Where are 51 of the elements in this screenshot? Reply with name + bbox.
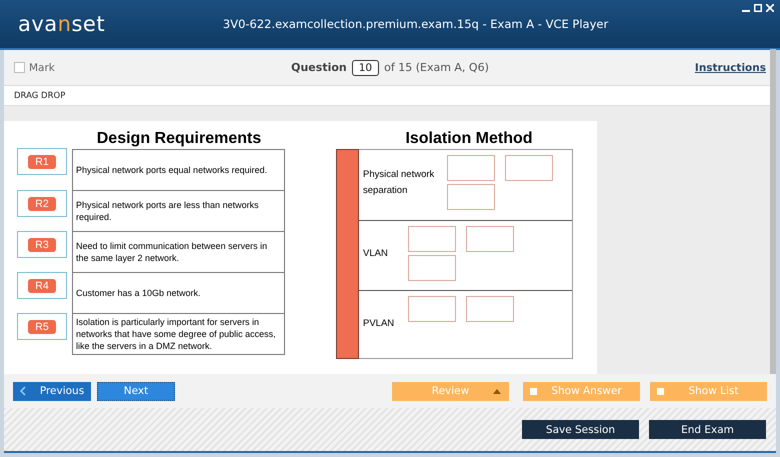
drop-target[interactable] <box>447 155 495 181</box>
mark-checkbox[interactable] <box>14 62 25 73</box>
drag-source[interactable]: R4 <box>17 272 67 299</box>
question-label: Question <box>291 61 347 74</box>
method-label: PVLAN <box>363 316 396 330</box>
exhibit-title: Design Requirements <box>96 130 262 149</box>
drop-target[interactable] <box>408 226 456 252</box>
action-button[interactable]: Save Session <box>522 420 639 439</box>
requirement-tag[interactable]: R1 <box>28 154 56 168</box>
review-button[interactable]: Review <box>392 382 509 400</box>
drop-target[interactable] <box>466 226 514 252</box>
requirement-cell: Customer has a 10Gb network. <box>72 273 285 314</box>
toggle-button[interactable]: Show List <box>650 382 767 400</box>
drop-target[interactable] <box>466 296 514 322</box>
drop-target[interactable] <box>408 255 456 281</box>
checkbox[interactable] <box>530 388 537 394</box>
drop-target[interactable] <box>408 296 456 322</box>
drop-target[interactable] <box>505 155 553 181</box>
drop-target[interactable] <box>447 184 495 210</box>
question-count: of 15 (Exam A, Q6) <box>384 61 489 74</box>
scrollbar[interactable] <box>770 49 776 374</box>
question-type: DRAG DROP <box>14 90 66 100</box>
question-number-field[interactable]: 10 <box>352 60 380 76</box>
window-title: 3V0-622.examcollection.premium.exam.15q - Exam A - VCE Player <box>222 17 610 31</box>
method-label: VLAN <box>363 246 389 260</box>
method-label: Physical network separation <box>363 168 436 198</box>
toggle-button[interactable]: Show Answer <box>523 382 640 400</box>
requirement-tag[interactable]: R5 <box>28 320 56 334</box>
requirement-cell: Need to limit communication between servers in the same layer 2 network. <box>72 232 285 273</box>
requirement-cell: Physical network ports equal networks required. <box>72 149 285 191</box>
exhibit-title: Isolation Method <box>404 130 534 149</box>
requirement-cell: Physical network ports are less than networks required. <box>72 191 285 232</box>
maximize-icon[interactable] <box>754 4 762 12</box>
instructions-link[interactable]: Instructions <box>694 62 766 74</box>
previous-button[interactable]: Previous <box>13 382 91 400</box>
requirement-tag[interactable]: R3 <box>28 238 56 252</box>
action-button[interactable]: End Exam <box>649 420 766 439</box>
drag-source[interactable]: R3 <box>17 231 67 258</box>
drag-source[interactable]: R5 <box>17 313 67 340</box>
chevron-left-icon <box>20 386 26 396</box>
requirement-tag[interactable]: R4 <box>28 278 56 292</box>
close-icon[interactable] <box>766 4 774 12</box>
checkbox[interactable] <box>657 388 664 394</box>
requirement-tag[interactable]: R2 <box>28 196 56 210</box>
drag-source[interactable]: R1 <box>17 148 67 175</box>
logo: avanset <box>18 12 106 36</box>
caret-up-icon <box>493 388 501 394</box>
next-button[interactable]: Next <box>97 382 175 400</box>
requirement-cell: Isolation is particularly important for servers in networks that have some degree of public access, like the servers in a DMZ network. <box>72 314 285 355</box>
drag-source[interactable]: R2 <box>17 190 67 217</box>
mark-label[interactable]: Mark <box>29 62 55 74</box>
